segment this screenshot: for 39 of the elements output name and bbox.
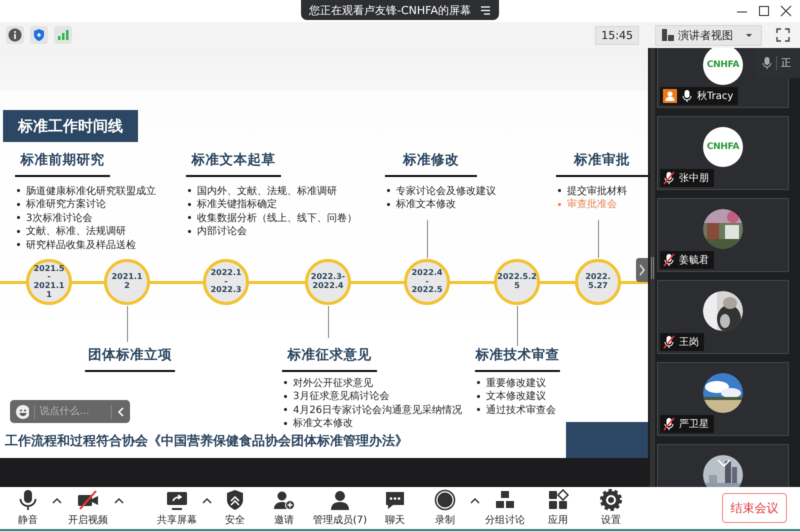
slide-footer: 工作流程和过程符合协会《中国营养保健食品协会团体标准管理办法》 [5, 432, 408, 450]
stage-heading: 标准技术审查 [476, 347, 560, 363]
bullet-text: 提交审批材料 [567, 184, 627, 198]
logo-avatar: CNHFA [703, 127, 743, 167]
bullet-text: 肠道健康标准化研究联盟成立 [26, 184, 156, 198]
bullet-text: 文献、标准、法规调研 [26, 224, 126, 238]
bullet-text: 通过技术审查会 [486, 404, 556, 417]
time-display: 15:45 [595, 26, 639, 44]
stage-heading: 标准文本起草 [192, 152, 276, 168]
participant-name: 张中朋 [679, 172, 709, 185]
participant-name: 秋Tracy [697, 90, 734, 103]
audio-label: 正 [781, 57, 791, 70]
bullet-text: 标准文本修改 [396, 198, 456, 212]
bullet-text: 专家讨论会及修改建议 [396, 184, 496, 198]
bullet-text: 标准文本修改 [293, 416, 353, 430]
bullet-text: 3次标准讨论会 [26, 212, 92, 225]
bullet-text: 内部讨论会 [197, 224, 247, 238]
bullet-text: 3月征求意见稿讨论会 [293, 390, 390, 404]
bullet-text: 标准关键指标确定 [197, 198, 277, 212]
bullet-text: 对外公开征求意见 [293, 376, 373, 390]
stage-heading: 标准征求意见 [288, 347, 372, 363]
banner-text: 您正在观看卢友锋-CNHFA的屏幕 [309, 2, 471, 18]
bullet-text: 4月26日专家讨论会沟通意见采纳情况 [293, 404, 462, 417]
bullet-text: 重要修改建议 [486, 376, 546, 390]
stage-heading: 标准前期研究 [20, 152, 104, 168]
stage-heading: 团体标准立项 [88, 347, 172, 363]
bullet-text: 收集数据分析（线上、线下、问卷） [197, 212, 357, 225]
participant-name: 严卫星 [679, 418, 709, 431]
bullet-text: 研究样品收集及样品送检 [26, 238, 136, 252]
bullet-text: 国内外、文献、法规、标准调研 [197, 184, 337, 198]
stage-heading: 标准修改 [403, 152, 459, 168]
bullet-text: 审查批准会 [567, 198, 617, 212]
stage-heading: 标准审批 [574, 152, 630, 168]
participant-name: 王岗 [679, 336, 699, 349]
slide-title: 标准工作时间线 [3, 110, 138, 142]
logo-avatar: CNHFA [703, 48, 743, 85]
bullet-text: 标准研究方案讨论 [26, 198, 106, 212]
bullet-text: 文本修改建议 [486, 390, 546, 404]
participant-name: 姜毓君 [679, 254, 709, 267]
